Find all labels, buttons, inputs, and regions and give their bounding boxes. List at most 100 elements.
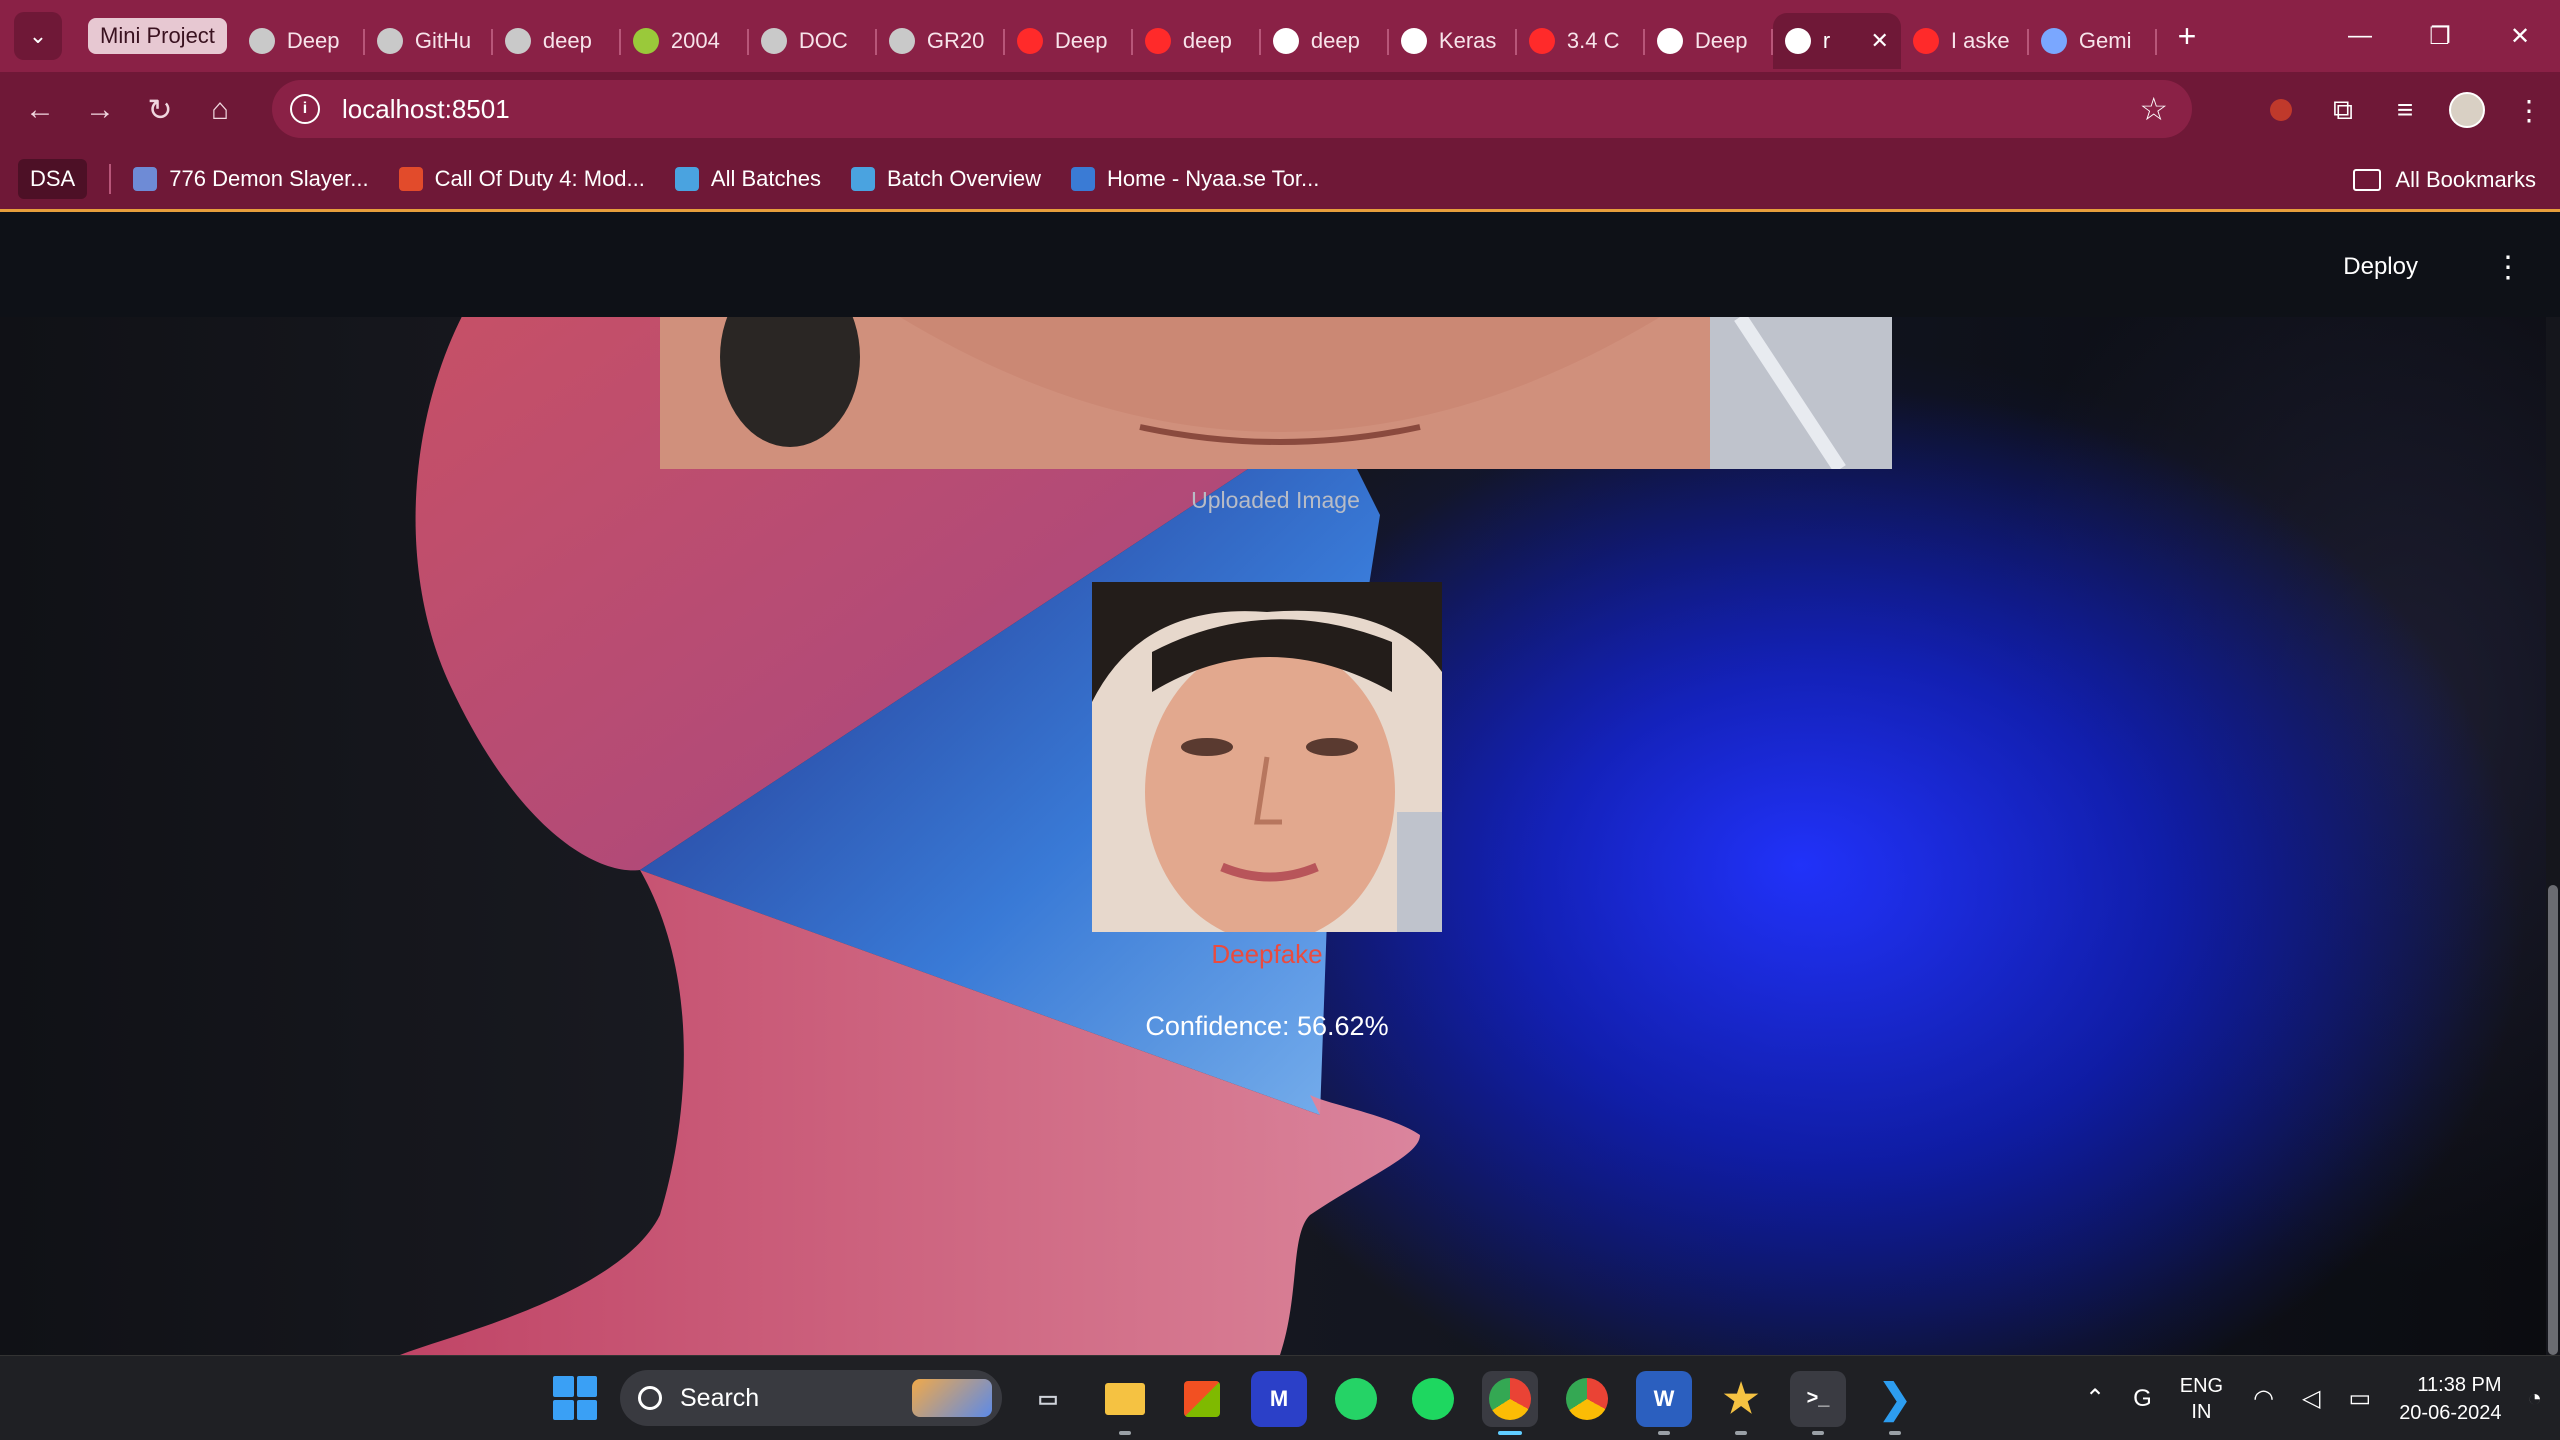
scrollbar-thumb[interactable]	[2548, 885, 2558, 1355]
tab-list: Deep GitHu deep 2004 DOC GR20 Deep deep deep Kera…	[237, 0, 2157, 72]
task-view-icon[interactable]: ▭	[1020, 1371, 1076, 1427]
bookmark-item[interactable]: All Batches	[674, 166, 821, 192]
minimize-button[interactable]: —	[2320, 0, 2400, 72]
language-line2: IN	[2191, 1400, 2212, 1423]
tab-group-chip[interactable]: Mini Project	[88, 18, 227, 54]
streamlit-header: Deploy ⋮	[0, 215, 2560, 317]
browser-tab[interactable]: Keras	[1389, 13, 1517, 69]
uploaded-image-caption: Uploaded Image	[1191, 487, 1360, 513]
gemini-icon	[2040, 28, 2067, 54]
editor-icon[interactable]: M	[1251, 1370, 1307, 1427]
site-info-icon[interactable]: i	[290, 94, 320, 124]
battery-icon[interactable]: ▭	[2349, 1384, 2372, 1413]
bookmark-divider	[109, 163, 112, 194]
globe-icon	[888, 28, 915, 54]
browser-tab[interactable]: DOC	[749, 13, 877, 69]
wifi-icon[interactable]: ◠	[2253, 1384, 2274, 1413]
grammarly-icon[interactable]: G	[2133, 1385, 2152, 1413]
bookmark-item[interactable]: Call Of Duty 4: Mod...	[398, 166, 645, 192]
spotify-icon[interactable]	[1405, 1371, 1461, 1427]
browser-tab[interactable]: deep	[493, 13, 621, 69]
browser-tab[interactable]: r ✕	[1772, 13, 1901, 69]
reload-button[interactable]: ↻	[130, 80, 190, 140]
bookmark-label: Batch Overview	[886, 165, 1042, 191]
openai-icon	[1656, 28, 1683, 54]
url-text: localhost:8501	[342, 93, 510, 124]
notification-icon[interactable]: ◔	[2528, 1385, 2543, 1413]
taskbar-search[interactable]: Search	[620, 1370, 1002, 1426]
tab-title: Gemi	[2078, 28, 2132, 53]
browser-tab[interactable]: 2004	[621, 13, 749, 69]
file-explorer-icon[interactable]	[1097, 1371, 1153, 1435]
browser-tab[interactable]: I aske	[1901, 13, 2029, 69]
media-control-icon[interactable]: ≡	[2374, 79, 2436, 141]
folder-icon	[2353, 169, 2382, 191]
bookmark-item[interactable]: Home - Nyaa.se Tor...	[1071, 166, 1319, 192]
crown-icon	[1784, 28, 1811, 54]
system-tray: ⌃ G ENG IN ◠ ◁ ▭ 11:38 PM 20-06-2024 ◔	[2085, 1356, 2560, 1440]
forward-button[interactable]: →	[70, 80, 130, 140]
language-indicator[interactable]: ENG IN	[2180, 1373, 2223, 1425]
window-controls: — ❐ ✕	[2320, 0, 2560, 72]
browser-tab[interactable]: GR20	[877, 13, 1005, 69]
vscode-icon[interactable]: ❯	[1867, 1371, 1923, 1435]
flame-icon	[398, 166, 423, 191]
tab-title: Deep	[1694, 28, 1748, 53]
github-icon	[376, 28, 403, 54]
github-icon	[504, 28, 531, 54]
clock[interactable]: 11:38 PM 20-06-2024	[2399, 1371, 2501, 1427]
bookmark-item[interactable]: Batch Overview	[850, 165, 1042, 192]
tab-title: deep	[1182, 28, 1232, 53]
youtube-icon	[1144, 28, 1171, 54]
bookmark-star-icon[interactable]: ☆	[2139, 90, 2168, 128]
whatsapp-icon[interactable]	[1328, 1371, 1384, 1427]
app-menu-icon[interactable]: ⋮	[2488, 245, 2528, 289]
microsoft-store-icon[interactable]	[1174, 1371, 1230, 1427]
new-tab-button[interactable]: +	[2163, 12, 2211, 60]
back-button[interactable]: ←	[10, 80, 70, 140]
word-icon[interactable]: W	[1636, 1370, 1692, 1435]
browser-tab[interactable]: Deep	[1645, 13, 1773, 69]
starred-app-icon[interactable]: ★	[1713, 1371, 1769, 1435]
browser-menu-icon[interactable]: ⋮	[2498, 79, 2560, 141]
chrome-icon[interactable]	[1559, 1371, 1615, 1427]
app-viewport: Deploy ⋮ Uploaded Image Deepfake Confide…	[0, 215, 2560, 1355]
extensions-puzzle-icon[interactable]: ⧉	[2312, 79, 2374, 141]
extension-icon[interactable]	[2250, 79, 2312, 141]
tab-title: deep	[542, 28, 592, 53]
prediction-label: Deepfake	[1211, 939, 1323, 969]
tab-title: deep	[1310, 28, 1360, 53]
browser-tab[interactable]: 3.4 C	[1517, 13, 1645, 69]
restore-button[interactable]: ❐	[2400, 0, 2480, 72]
deploy-button[interactable]: Deploy	[2343, 253, 2418, 281]
tray-overflow-icon[interactable]: ⌃	[2085, 1384, 2105, 1413]
close-window-button[interactable]: ✕	[2480, 0, 2560, 72]
browser-tab[interactable]: GitHu	[365, 13, 493, 69]
browser-tab[interactable]: Gemi	[2029, 13, 2157, 69]
search-icon	[638, 1386, 662, 1410]
close-tab-icon[interactable]: ✕	[1870, 28, 1888, 54]
ring-icon	[248, 28, 275, 54]
tab-strip: ⌄ Mini Project Deep GitHu deep 2004 DOC GR20 D…	[0, 0, 2560, 72]
volume-icon[interactable]: ◁	[2302, 1384, 2320, 1413]
tab-search-button[interactable]: ⌄	[14, 12, 62, 60]
browser-tab[interactable]: Deep	[237, 13, 365, 69]
start-button[interactable]	[553, 1376, 597, 1420]
tab-title: r	[1822, 28, 1831, 53]
profile-avatar[interactable]	[2436, 79, 2498, 141]
browser-tab[interactable]: deep	[1133, 13, 1261, 69]
address-bar[interactable]: i localhost:8501 ☆	[272, 80, 2192, 138]
browser-tab[interactable]: Deep	[1005, 13, 1133, 69]
chrome-active-icon[interactable]	[1482, 1370, 1538, 1435]
home-button[interactable]: ⌂	[190, 80, 250, 140]
browser-tab[interactable]: deep	[1261, 13, 1389, 69]
browser-toolbar: ← → ↻ ⌂ i localhost:8501 ☆ ⧉ ≡ ⋮	[0, 72, 2560, 148]
tab-title: DOC	[798, 28, 848, 53]
terminal-icon[interactable]: >_	[1790, 1370, 1846, 1435]
bookmark-item[interactable]: 776 Demon Slayer...	[133, 166, 369, 192]
bookmark-folder-dsa[interactable]: DSA	[18, 158, 88, 199]
all-bookmarks-label: All Bookmarks	[2395, 167, 2536, 192]
all-bookmarks-button[interactable]: All Bookmarks	[2353, 148, 2536, 212]
keras-icon	[1400, 28, 1427, 54]
tab-title: I aske	[1950, 28, 2010, 53]
